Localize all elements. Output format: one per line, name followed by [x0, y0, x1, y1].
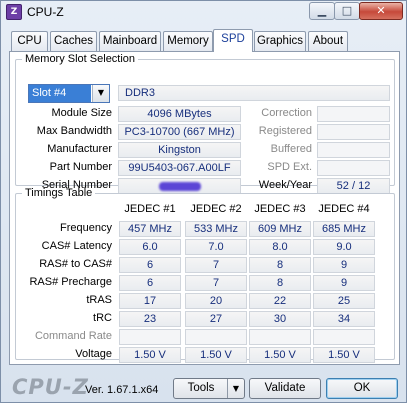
timings-cell: 1.50 V: [119, 347, 181, 363]
timings-column-header: JEDEC #2: [190, 203, 242, 215]
timings-cell: 8: [249, 257, 311, 273]
part-number-label: Part Number: [49, 161, 112, 173]
timings-cell: [119, 329, 181, 345]
slot-select-value: Slot #4: [29, 85, 91, 102]
timings-cell: [249, 329, 311, 345]
manufacturer-label: Manufacturer: [47, 143, 112, 155]
ok-button[interactable]: OK: [326, 378, 398, 399]
timings-column-header: JEDEC #4: [318, 203, 370, 215]
timings-table-legend: Timings Table: [25, 187, 93, 199]
timings-cell: 7.0: [185, 239, 247, 255]
dropdown-arrow-icon[interactable]: ▼: [227, 379, 244, 398]
timings-cell: 1.50 V: [249, 347, 311, 363]
timings-cell: 25: [313, 293, 375, 309]
correction-value: [317, 106, 390, 122]
cpu-z-logo: CPU-Z: [12, 375, 89, 399]
close-icon: ✕: [376, 4, 386, 17]
timings-cell: 17: [119, 293, 181, 309]
memory-slot-selection-legend: Memory Slot Selection: [25, 53, 136, 65]
tab-about[interactable]: About: [308, 31, 348, 51]
timings-cell: 22: [249, 293, 311, 309]
tab-caches[interactable]: Caches: [50, 31, 97, 51]
timings-cell: 34: [313, 311, 375, 327]
timings-cell: 7: [185, 257, 247, 273]
max-bandwidth-value: PC3-10700 (667 MHz): [118, 124, 241, 140]
timings-cell: 685 MHz: [313, 221, 375, 237]
cpu-z-window: Z CPU-Z ▁ □ ✕ CPU Caches Mainboard Memor…: [0, 0, 407, 403]
timings-cell: 9: [313, 257, 375, 273]
timings-cell: 9.0: [313, 239, 375, 255]
timings-cell: 1.50 V: [185, 347, 247, 363]
cpu-z-app-icon[interactable]: Z: [6, 4, 22, 20]
correction-label: Correction: [261, 107, 312, 119]
manufacturer-value: Kingston: [118, 142, 241, 158]
timings-row-label: RAS# to CAS#: [39, 258, 112, 270]
timings-row-label: Command Rate: [34, 330, 112, 342]
timings-cell: [185, 329, 247, 345]
validate-button[interactable]: Validate: [249, 378, 321, 399]
timings-cell: 27: [185, 311, 247, 327]
spd-ext-label: SPD Ext.: [267, 161, 312, 173]
window-title: CPU-Z: [27, 5, 64, 19]
timings-cell: 6: [119, 257, 181, 273]
timings-cell: 23: [119, 311, 181, 327]
spd-panel: Memory Slot Selection Slot #4 ▼ DDR3 Mod…: [9, 51, 400, 365]
tab-mainboard[interactable]: Mainboard: [99, 31, 161, 51]
timings-cell: 7: [185, 275, 247, 291]
timings-row-label: Voltage: [75, 348, 112, 360]
part-number-value: 99U5403-067.A00LF: [118, 160, 241, 176]
registered-label: Registered: [258, 125, 312, 137]
timings-cell: [313, 329, 375, 345]
timings-cell: 9: [313, 275, 375, 291]
slot-select[interactable]: Slot #4 ▼: [28, 84, 110, 103]
timings-cell: 6.0: [119, 239, 181, 255]
timings-cell: 30: [249, 311, 311, 327]
timings-cell: 533 MHz: [185, 221, 247, 237]
minimize-button[interactable]: ▁: [309, 2, 335, 20]
timings-cell: 6: [119, 275, 181, 291]
timings-row-label: RAS# Precharge: [29, 276, 112, 288]
tab-cpu[interactable]: CPU: [11, 31, 48, 51]
max-bandwidth-label: Max Bandwidth: [36, 125, 112, 137]
tab-spd[interactable]: SPD: [213, 29, 253, 52]
timings-row-label: tRAS: [86, 294, 112, 306]
buffered-label: Buffered: [270, 143, 312, 155]
maximize-icon: □: [341, 4, 353, 17]
maximize-button[interactable]: □: [334, 2, 360, 20]
tab-graphics[interactable]: Graphics: [254, 31, 306, 51]
timings-cell: 609 MHz: [249, 221, 311, 237]
timings-column-header: JEDEC #1: [124, 203, 176, 215]
chevron-down-icon[interactable]: ▼: [92, 85, 109, 102]
tools-button-label: Tools: [187, 382, 215, 394]
module-size-label: Module Size: [51, 107, 112, 119]
close-button[interactable]: ✕: [359, 2, 403, 20]
timings-row-label: Frequency: [60, 222, 112, 234]
timings-cell: 1.50 V: [313, 347, 375, 363]
timings-cell: 8: [249, 275, 311, 291]
memory-slot-selection-group: Memory Slot Selection Slot #4 ▼ DDR3 Mod…: [15, 53, 395, 194]
title-bar[interactable]: Z CPU-Z ▁ □ ✕: [1, 1, 406, 25]
module-size-value: 4096 MBytes: [118, 106, 241, 122]
tools-button[interactable]: Tools ▼: [173, 378, 245, 399]
tab-memory[interactable]: Memory: [163, 31, 213, 51]
timings-cell: 457 MHz: [119, 221, 181, 237]
timings-table-group: Timings Table JEDEC #1 JEDEC #2 JEDEC #3 JE…: [15, 187, 395, 363]
timings-column-header: JEDEC #3: [254, 203, 306, 215]
memory-type-value: DDR3: [118, 85, 390, 101]
timings-row-label: CAS# Latency: [41, 240, 112, 252]
timings-cell: 8.0: [249, 239, 311, 255]
registered-value: [317, 124, 390, 140]
minimize-icon: ▁: [317, 4, 327, 17]
timings-row-label: tRC: [93, 312, 112, 324]
timings-cell: 20: [185, 293, 247, 309]
buffered-value: [317, 142, 390, 158]
version-label: Ver. 1.67.1.x64: [85, 384, 159, 396]
spd-ext-value: [317, 160, 390, 176]
